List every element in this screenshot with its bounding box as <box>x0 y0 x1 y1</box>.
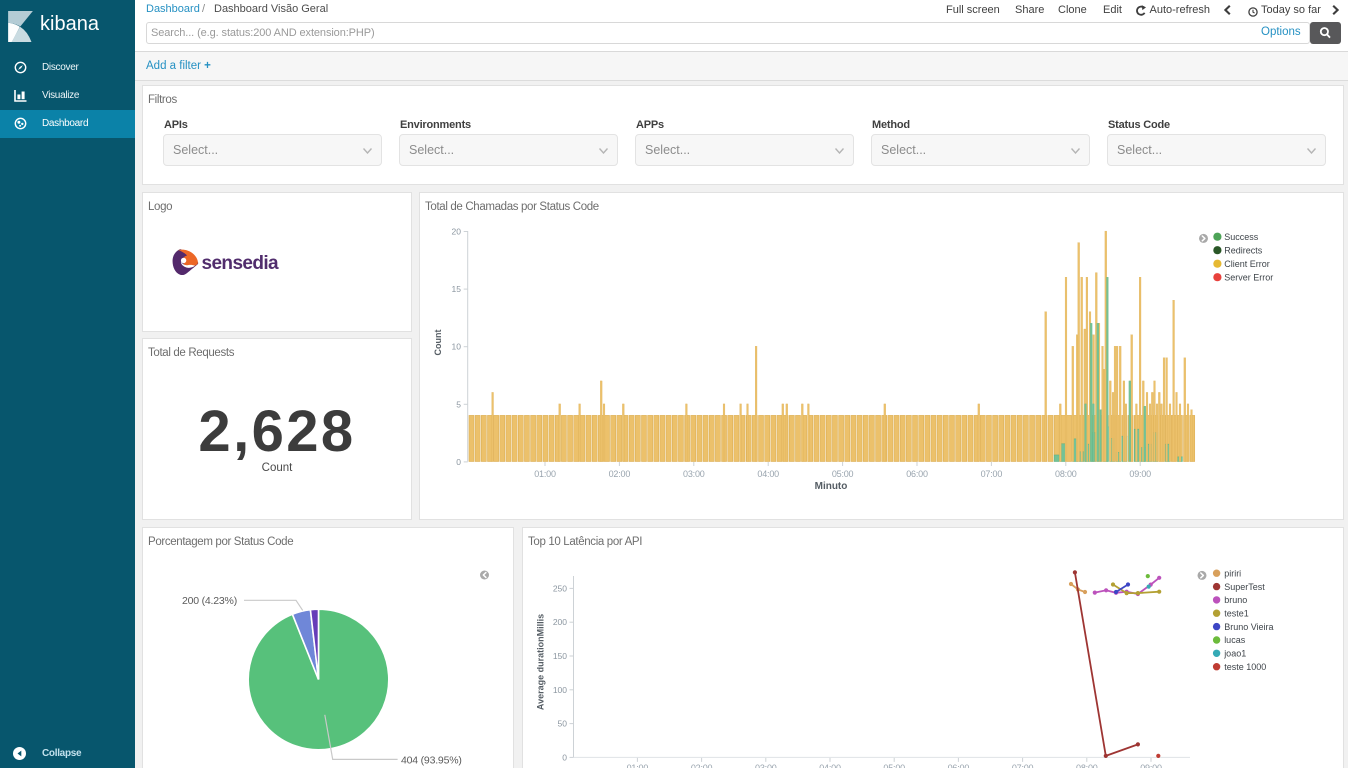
svg-text:07:00: 07:00 <box>1012 763 1034 768</box>
svg-text:150: 150 <box>553 651 567 661</box>
svg-text:200 (4.23%): 200 (4.23%) <box>182 595 237 607</box>
svg-text:08:00: 08:00 <box>1076 763 1098 768</box>
svg-text:02:00: 02:00 <box>609 469 631 479</box>
svg-text:03:00: 03:00 <box>755 763 777 768</box>
svg-text:250: 250 <box>553 583 567 593</box>
svg-text:04:00: 04:00 <box>819 763 841 768</box>
svg-text:02:00: 02:00 <box>691 763 713 768</box>
svg-text:Client Error: Client Error <box>1224 259 1270 269</box>
svg-text:Average durationMillis: Average durationMillis <box>536 614 546 710</box>
svg-text:teste 1000: teste 1000 <box>1224 662 1266 672</box>
svg-text:20: 20 <box>452 227 462 237</box>
svg-text:404 (93.95%): 404 (93.95%) <box>401 755 462 767</box>
svg-text:Success: Success <box>1224 232 1259 242</box>
svg-text:0: 0 <box>456 457 461 467</box>
svg-text:joao1: joao1 <box>1223 649 1246 659</box>
svg-text:09:00: 09:00 <box>1140 763 1162 768</box>
svg-text:sensedia: sensedia <box>202 253 280 274</box>
svg-text:teste1: teste1 <box>1224 609 1249 619</box>
svg-text:08:00: 08:00 <box>1055 469 1077 479</box>
svg-text:01:00: 01:00 <box>534 469 556 479</box>
svg-text:100: 100 <box>553 685 567 695</box>
svg-text:09:00: 09:00 <box>1129 469 1151 479</box>
svg-text:200: 200 <box>553 617 567 627</box>
svg-text:01:00: 01:00 <box>627 763 649 768</box>
svg-text:04:00: 04:00 <box>757 469 779 479</box>
svg-text:Server Error: Server Error <box>1224 272 1273 282</box>
svg-text:piriri: piriri <box>1224 568 1241 578</box>
svg-text:06:00: 06:00 <box>948 763 970 768</box>
svg-text:07:00: 07:00 <box>981 469 1003 479</box>
svg-text:15: 15 <box>452 284 462 294</box>
svg-text:5: 5 <box>456 399 461 409</box>
svg-text:bruno: bruno <box>1224 595 1247 605</box>
svg-text:0: 0 <box>562 752 567 762</box>
svg-text:Count: Count <box>433 330 443 356</box>
svg-text:05:00: 05:00 <box>883 763 905 768</box>
svg-text:SuperTest: SuperTest <box>1224 582 1265 592</box>
svg-text:06:00: 06:00 <box>906 469 928 479</box>
svg-text:Minuto: Minuto <box>815 481 848 492</box>
svg-text:03:00: 03:00 <box>683 469 705 479</box>
svg-text:50: 50 <box>558 719 568 729</box>
svg-text:Bruno Vieira: Bruno Vieira <box>1224 622 1273 632</box>
svg-text:05:00: 05:00 <box>832 469 854 479</box>
svg-text:lucas: lucas <box>1224 635 1246 645</box>
svg-text:Redirects: Redirects <box>1224 245 1263 255</box>
svg-text:10: 10 <box>452 342 462 352</box>
